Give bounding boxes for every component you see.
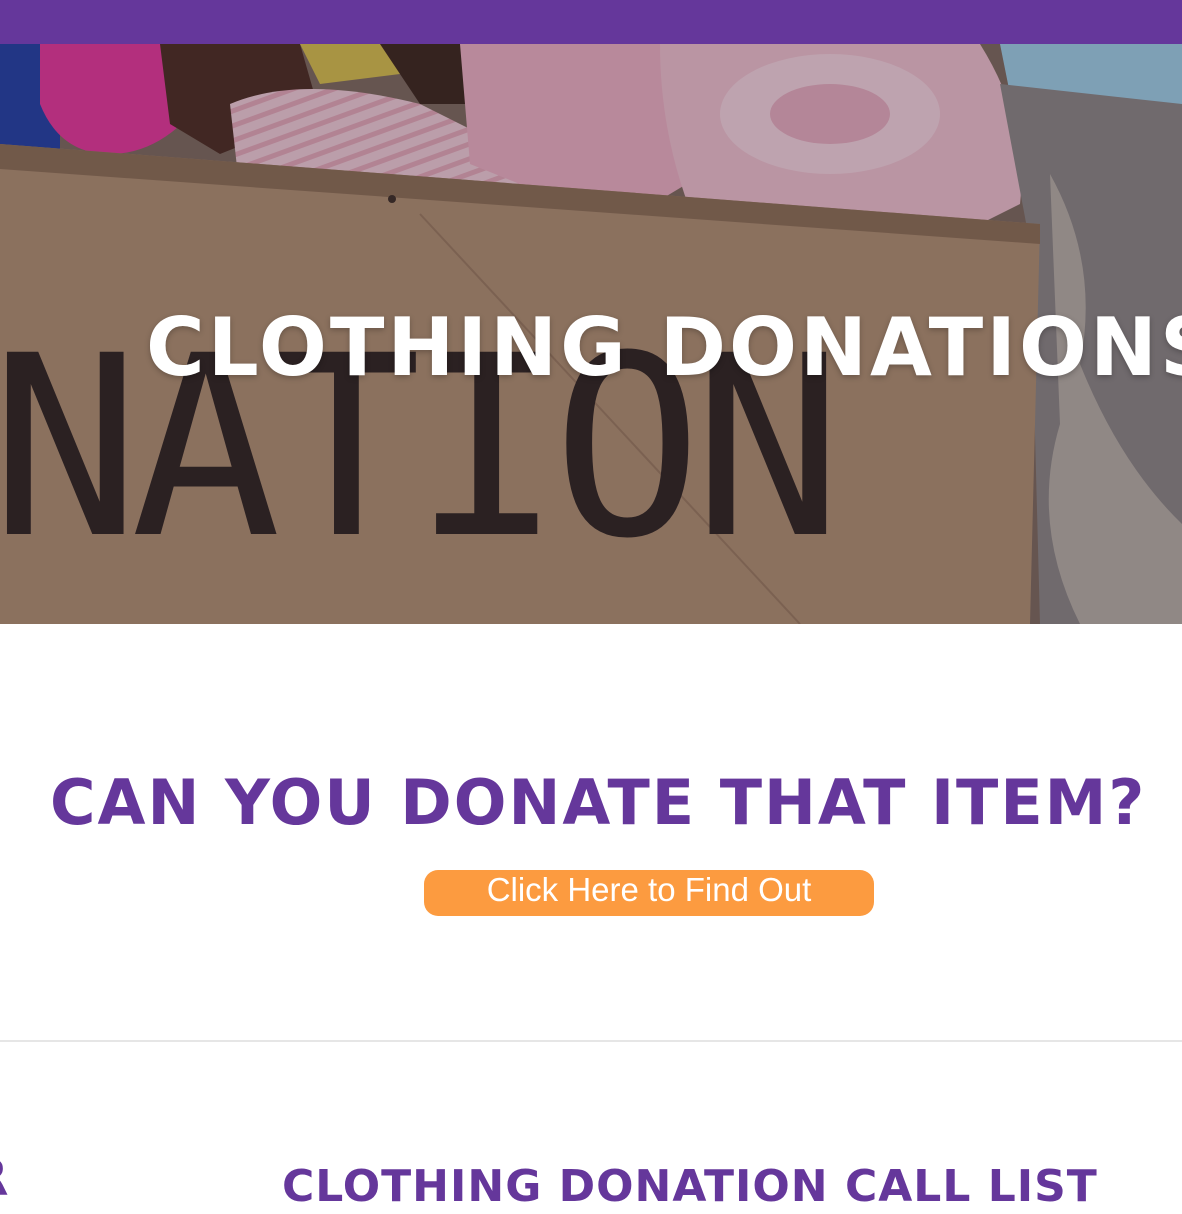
donate-question-heading: CAN YOU DONATE THAT ITEM? [50, 766, 1147, 839]
top-nav-bar [0, 0, 1182, 44]
hero-banner: NATION CLOTHING DONATIONS [0, 44, 1182, 624]
call-list-heading: CLOTHING DONATION CALL LIST [282, 1161, 1098, 1212]
section-divider [0, 1040, 1182, 1042]
partial-section-heading: R [0, 1148, 9, 1208]
find-out-button[interactable]: Click Here to Find Out [424, 870, 874, 916]
hero-title: CLOTHING DONATIONS [146, 301, 1182, 394]
